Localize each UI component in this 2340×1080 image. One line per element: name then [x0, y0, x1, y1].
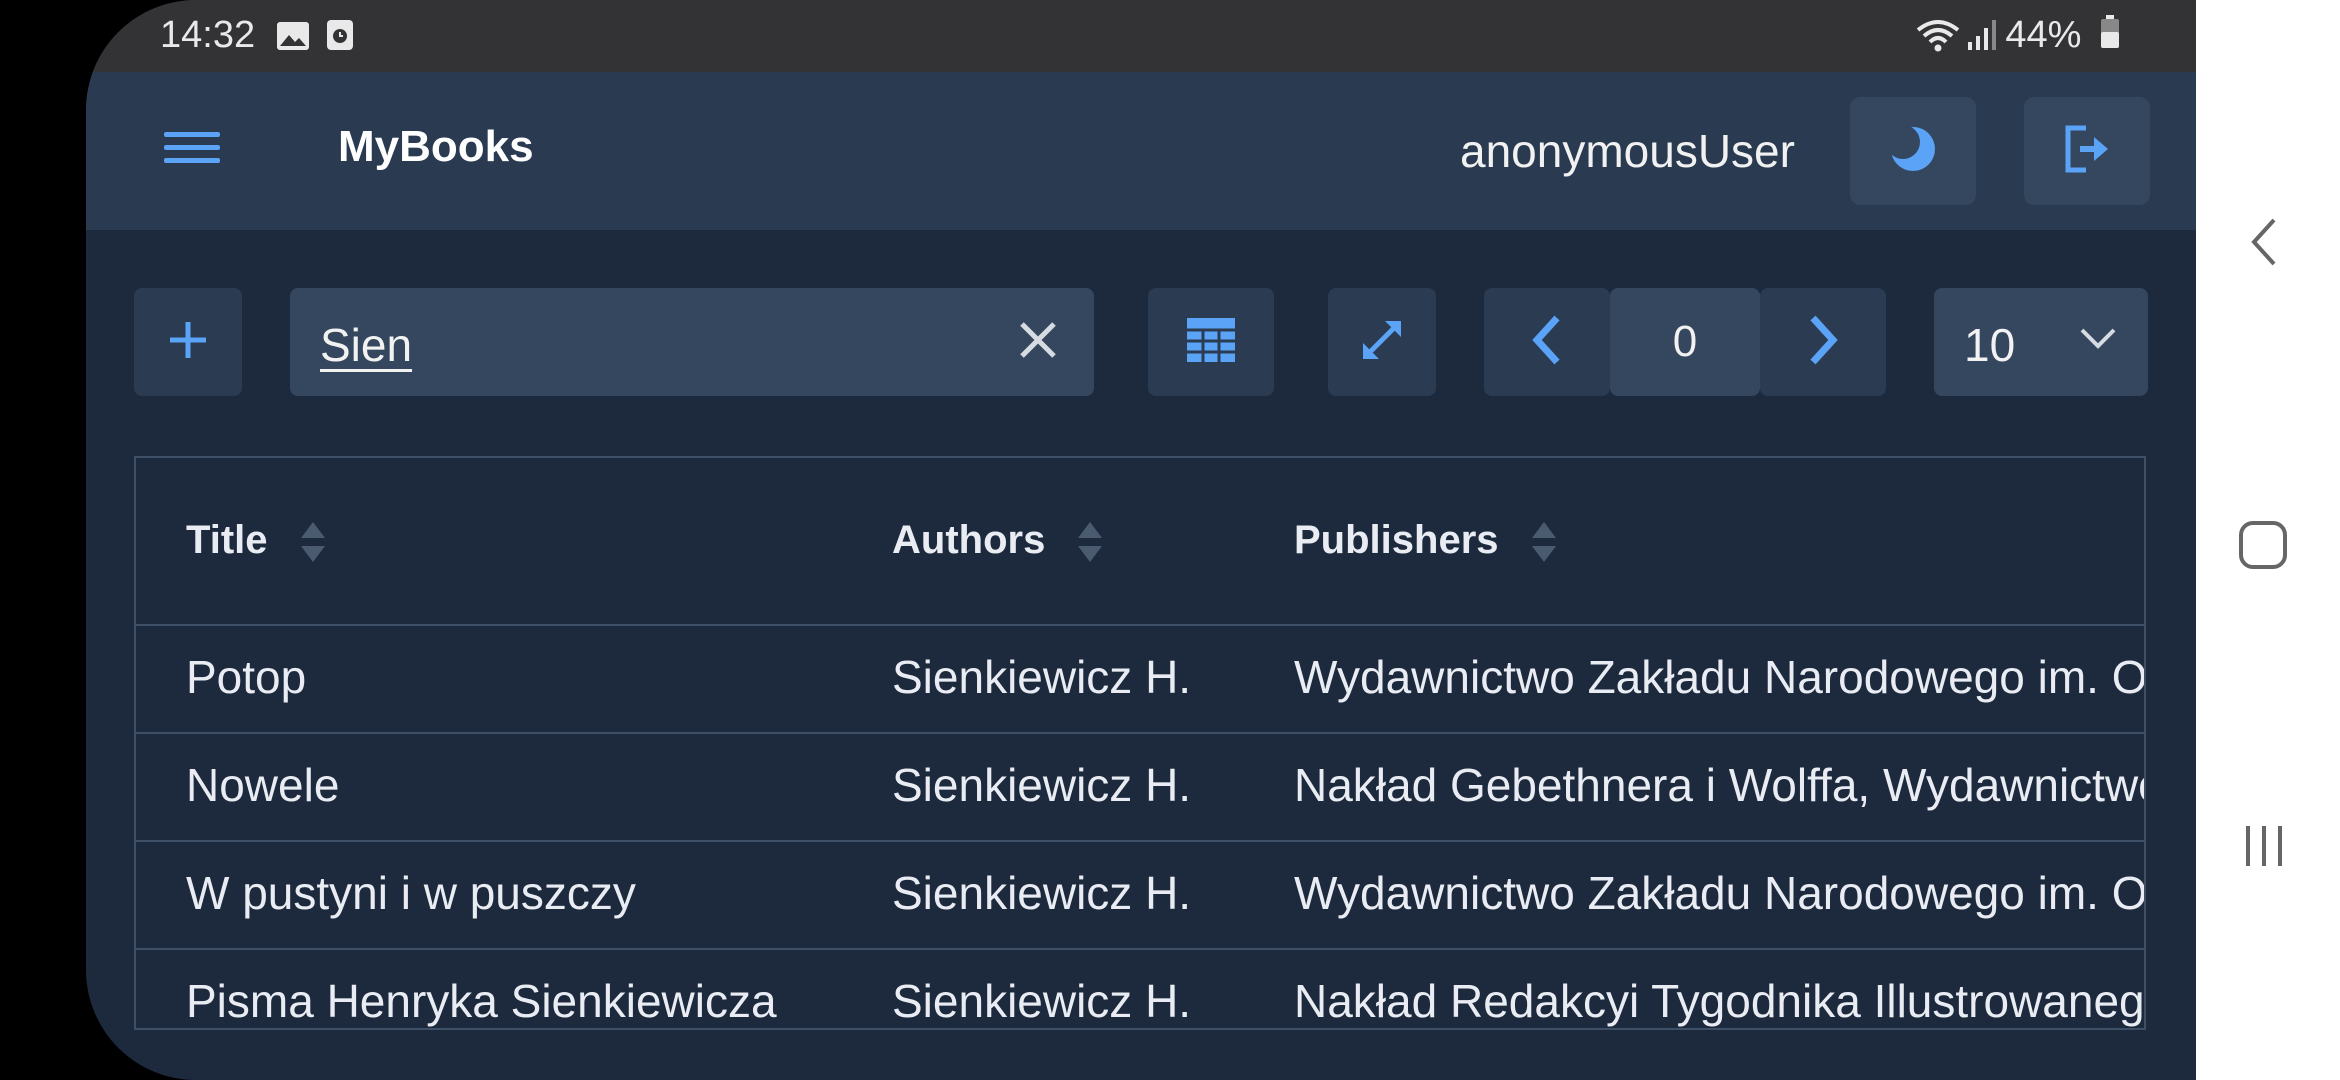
- battery-icon: [2100, 14, 2120, 59]
- table-row[interactable]: W pustyni i w puszczy Sienkiewicz H. Wyd…: [136, 840, 2144, 950]
- logout-button[interactable]: [2024, 97, 2150, 205]
- next-page-button[interactable]: [1760, 288, 1886, 396]
- page-size-select[interactable]: 10: [1934, 288, 2148, 396]
- cell-authors: Sienkiewicz H.: [892, 975, 1192, 1027]
- chevron-down-icon: [2080, 328, 2116, 349]
- clock-icon: [326, 18, 354, 61]
- cell-title: Pisma Henryka Sienkiewicza: [186, 975, 777, 1027]
- chevron-right-icon: [1805, 314, 1841, 371]
- cell-authors: Sienkiewicz H.: [892, 867, 1192, 919]
- theme-toggle-button[interactable]: [1850, 97, 1976, 205]
- cell-title: Nowele: [186, 759, 340, 811]
- recents-icon[interactable]: [2240, 822, 2288, 870]
- app-bar: MyBooks anonymousUser: [86, 72, 2196, 230]
- back-icon[interactable]: [2244, 216, 2284, 268]
- cell-publishers: Nakład Redakcyi Tygodnika Illustrowanego: [1294, 975, 2146, 1027]
- search-value[interactable]: Sien: [320, 318, 412, 372]
- table-header: Title Authors Publishers: [136, 458, 2144, 626]
- books-table: Title Authors Publishers Potop Sienkiewi…: [134, 456, 2146, 1030]
- prev-page-button[interactable]: [1484, 288, 1610, 396]
- sort-icon: [300, 522, 325, 563]
- search-input[interactable]: Sien: [290, 288, 1094, 396]
- wifi-icon: [1916, 18, 1960, 62]
- expand-button[interactable]: [1328, 288, 1436, 396]
- cell-publishers: Nakład Gebethnera i Wolffa, Wydawnictwo: [1294, 759, 2146, 811]
- table-row[interactable]: Potop Sienkiewicz H. Wydawnictwo Zakładu…: [136, 624, 2144, 734]
- app-title: MyBooks: [338, 122, 534, 171]
- logout-icon: [2060, 122, 2114, 181]
- cell-title: W pustyni i w puszczy: [186, 867, 636, 919]
- status-bar: 14:32 44%: [86, 0, 2196, 72]
- app-screen: 14:32 44% MyBooks anonymousUser Sien 0 1…: [86, 0, 2196, 1080]
- table-row[interactable]: Pisma Henryka Sienkiewicza Sienkiewicz H…: [136, 948, 2146, 1028]
- menu-icon[interactable]: [164, 124, 220, 176]
- status-time: 14:32: [160, 14, 256, 56]
- username-label: anonymousUser: [1460, 125, 1795, 177]
- close-icon[interactable]: [1016, 318, 1060, 362]
- home-icon[interactable]: [2238, 520, 2288, 570]
- add-book-button[interactable]: [134, 288, 242, 396]
- page-number: 0: [1610, 288, 1760, 396]
- column-authors-header[interactable]: Authors: [892, 518, 1104, 564]
- theme-toggle-icon: [1886, 122, 1940, 181]
- table-view-button[interactable]: [1148, 288, 1274, 396]
- sort-icon: [1531, 522, 1556, 563]
- chevron-left-icon: [1529, 314, 1565, 371]
- cell-publishers: Wydawnictwo Zakładu Narodowego im. Ossol…: [1294, 651, 2146, 703]
- cell-authors: Sienkiewicz H.: [892, 651, 1192, 703]
- signal-icon: [1966, 18, 2000, 62]
- cell-authors: Sienkiewicz H.: [892, 759, 1192, 811]
- battery-percent: 44%: [2005, 14, 2082, 56]
- table-row[interactable]: Nowele Sienkiewicz H. Nakład Gebethnera …: [136, 732, 2144, 842]
- column-title-header[interactable]: Title: [186, 518, 327, 564]
- expand-icon: [1359, 317, 1405, 368]
- cell-publishers: Wydawnictwo Zakładu Narodowego im. Ossol…: [1294, 867, 2146, 919]
- system-nav-bar: [2196, 0, 2340, 1080]
- column-publishers-header[interactable]: Publishers: [1294, 518, 1558, 564]
- plus-icon: [168, 320, 208, 365]
- image-icon: [276, 18, 310, 61]
- table-icon: [1185, 316, 1237, 369]
- sort-icon: [1078, 522, 1103, 563]
- cell-title: Potop: [186, 651, 307, 703]
- page-size-value: 10: [1964, 319, 2016, 371]
